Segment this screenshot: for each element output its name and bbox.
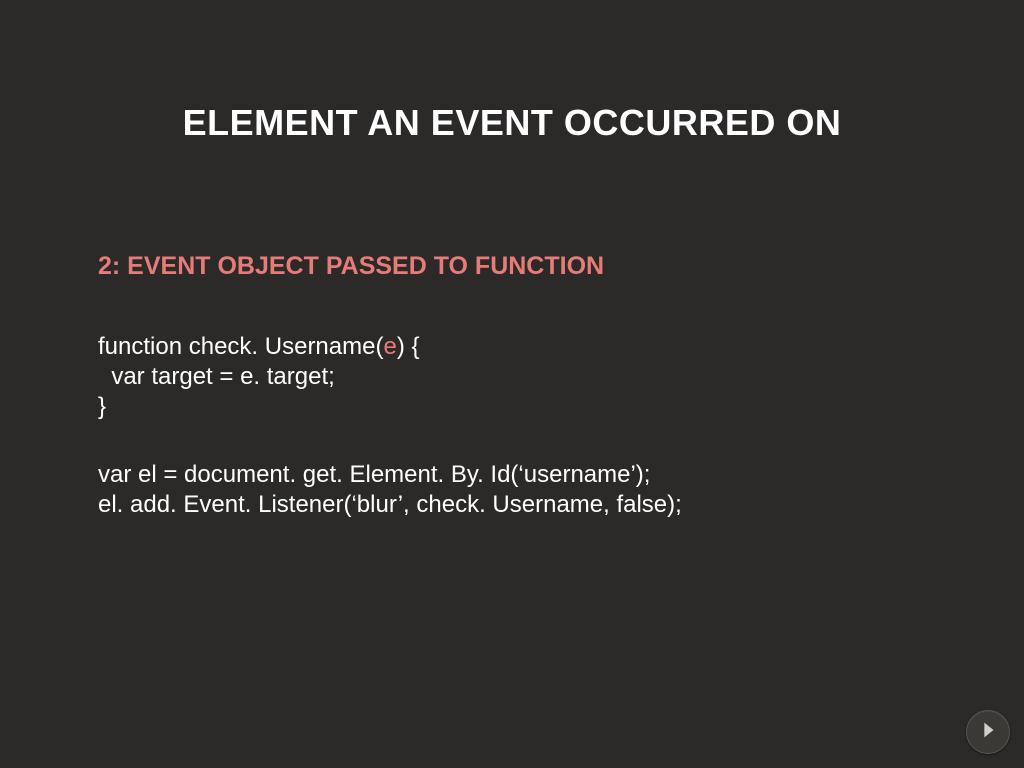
code-text: ) { — [397, 333, 420, 360]
next-slide-button[interactable] — [966, 710, 1010, 754]
slide-subtitle: 2: EVENT OBJECT PASSED TO FUNCTION — [98, 252, 604, 281]
code-highlight-e: e — [383, 333, 396, 360]
code-text: function check. Username( — [98, 333, 383, 360]
code-line: } — [98, 392, 420, 422]
code-line: el. add. Event. Listener(‘blur’, check. … — [98, 490, 682, 520]
code-line: var el = document. get. Element. By. Id(… — [98, 460, 682, 490]
code-block-2: var el = document. get. Element. By. Id(… — [98, 460, 682, 520]
code-line: var target = e. target; — [98, 362, 420, 392]
slide-title: ELEMENT AN EVENT OCCURRED ON — [0, 102, 1024, 144]
code-line: function check. Username(e) { — [98, 332, 420, 362]
code-block-1: function check. Username(e) { var target… — [98, 332, 420, 422]
arrow-right-icon — [977, 719, 999, 746]
slide: ELEMENT AN EVENT OCCURRED ON 2: EVENT OB… — [0, 0, 1024, 768]
